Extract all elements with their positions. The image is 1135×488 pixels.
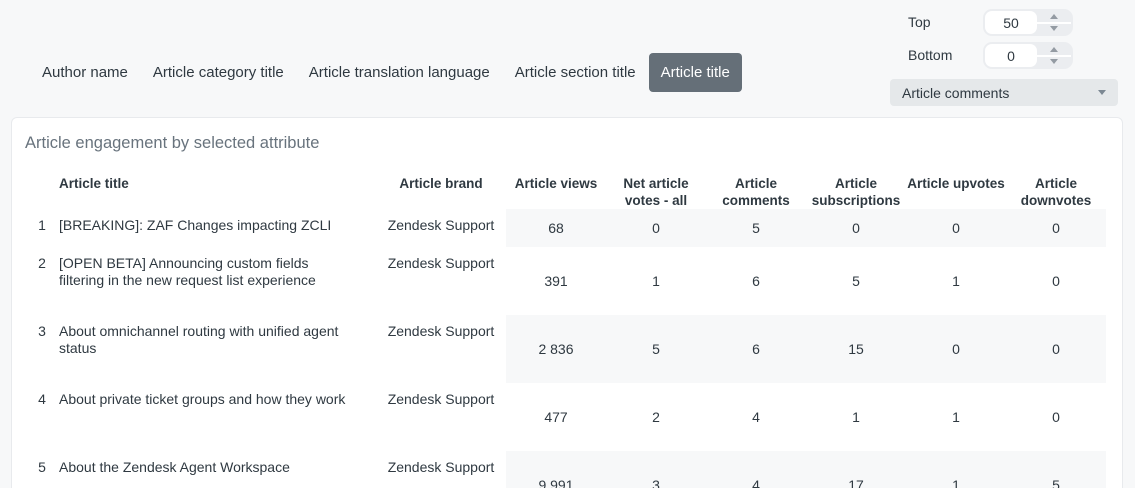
table-header-row: Article title Article brand Article view… — [25, 169, 1106, 209]
metric-cell: 1 — [852, 408, 860, 425]
top-stepper — [983, 9, 1073, 36]
column-header-net-article-votes: Net article votes - all — [623, 176, 689, 208]
article-title-cell: About omnichannel routing with unified a… — [59, 323, 339, 356]
metric-cell: 2 — [652, 408, 660, 425]
bottom-label: Bottom — [908, 47, 953, 63]
article-brand-cell: Zendesk Support — [387, 323, 495, 339]
top-decrement-button[interactable] — [1037, 21, 1071, 35]
attribute-dropdown[interactable]: Article comments — [890, 79, 1118, 106]
column-header-article-brand: Article brand — [399, 176, 483, 191]
metric-cell: 4 — [706, 451, 806, 488]
column-header-article-upvotes: Article upvotes — [907, 176, 1005, 191]
row-index: 1 — [38, 217, 46, 233]
article-title-cell: [OPEN BETA] Announcing custom fields fil… — [59, 255, 316, 288]
tab-author-name[interactable]: Author name — [30, 53, 140, 92]
table-row: 5 About the Zendesk Agent Workspace Zendes… — [25, 451, 1106, 488]
metric-cell: 17 — [806, 451, 906, 488]
metric-cell: 4 — [752, 408, 760, 425]
top-input[interactable] — [985, 11, 1037, 34]
column-header-index — [25, 169, 59, 209]
decrement-arrow-icon — [1050, 26, 1058, 32]
tab-article-section-title[interactable]: Article section title — [503, 53, 648, 92]
metric-cell: 5 — [606, 315, 706, 383]
metric-cell: 1 — [906, 451, 1006, 488]
metric-cell: 0 — [1052, 408, 1060, 425]
metric-cell: 1 — [952, 272, 960, 289]
increment-arrow-icon — [1050, 13, 1058, 19]
tab-article-translation-language[interactable]: Article translation language — [297, 53, 502, 92]
article-brand-cell: Zendesk Support — [387, 459, 495, 475]
row-index: 2 — [38, 255, 46, 271]
column-header-article-subscriptions: Article subscriptions — [811, 176, 901, 208]
column-header-article-downvotes: Article downvotes — [1020, 176, 1092, 208]
top-increment-button[interactable] — [1037, 11, 1071, 22]
table-row: 2 [OPEN BETA] Announcing custom fields fi… — [25, 247, 1106, 315]
metric-cell: 6 — [752, 272, 760, 289]
top-label: Top — [908, 14, 931, 30]
metric-cell: 0 — [1052, 272, 1060, 289]
row-index: 5 — [38, 459, 46, 475]
metric-cell: 1 — [652, 272, 660, 289]
metric-cell: 0 — [806, 209, 906, 247]
metric-cell: 68 — [506, 209, 606, 247]
metric-cell: 477 — [544, 408, 568, 425]
metric-cell: 1 — [952, 408, 960, 425]
metric-cell: 9 991 — [506, 451, 606, 488]
article-brand-cell: Zendesk Support — [387, 255, 495, 271]
increment-arrow-icon — [1050, 46, 1058, 52]
attribute-tabs: Author name Article category title Artic… — [30, 52, 743, 92]
column-header-article-comments: Article comments — [722, 176, 790, 208]
metric-cell: 6 — [706, 315, 806, 383]
bottom-stepper — [983, 42, 1073, 69]
metric-cell: 2 836 — [506, 315, 606, 383]
column-header-article-views: Article views — [514, 176, 598, 191]
report-panel: Article engagement by selected attribute… — [11, 117, 1123, 488]
row-index: 4 — [38, 391, 46, 407]
metric-cell: 0 — [606, 209, 706, 247]
metric-cell: 0 — [1006, 315, 1106, 383]
attribute-dropdown-value: Article comments — [902, 84, 1010, 101]
metric-cell: 0 — [906, 315, 1006, 383]
tab-article-title[interactable]: Article title — [648, 52, 742, 92]
metric-cell: 391 — [544, 272, 568, 289]
article-brand-cell: Zendesk Support — [387, 391, 495, 407]
table-row: 1 [BREAKING]: ZAF Changes impacting ZCLI Z… — [25, 209, 1106, 247]
article-title-cell: [BREAKING]: ZAF Changes impacting ZCLI — [59, 217, 332, 233]
decrement-arrow-icon — [1050, 59, 1058, 65]
article-title-cell: About private ticket groups and how they… — [59, 391, 346, 407]
metric-cell: 5 — [706, 209, 806, 247]
bottom-increment-button[interactable] — [1037, 44, 1071, 55]
table-row: 4 About private ticket groups and how the… — [25, 383, 1106, 451]
engagement-table: Article title Article brand Article view… — [25, 169, 1106, 488]
panel-title: Article engagement by selected attribute — [25, 134, 320, 152]
tab-article-category-title[interactable]: Article category title — [141, 53, 296, 92]
metric-cell: 15 — [806, 315, 906, 383]
caret-down-icon — [1098, 90, 1106, 95]
metric-cell: 5 — [1006, 451, 1106, 488]
row-index: 3 — [38, 323, 46, 339]
article-brand-cell: Zendesk Support — [387, 217, 495, 233]
column-header-article-title: Article title — [59, 176, 129, 191]
bottom-input[interactable] — [985, 44, 1037, 67]
metric-cell: 3 — [606, 451, 706, 488]
metric-cell: 5 — [852, 272, 860, 289]
metric-cell: 0 — [1006, 209, 1106, 247]
bottom-decrement-button[interactable] — [1037, 54, 1071, 68]
table-row: 3 About omnichannel routing with unified … — [25, 315, 1106, 383]
metric-cell: 0 — [906, 209, 1006, 247]
article-title-cell: About the Zendesk Agent Workspace — [59, 459, 290, 475]
